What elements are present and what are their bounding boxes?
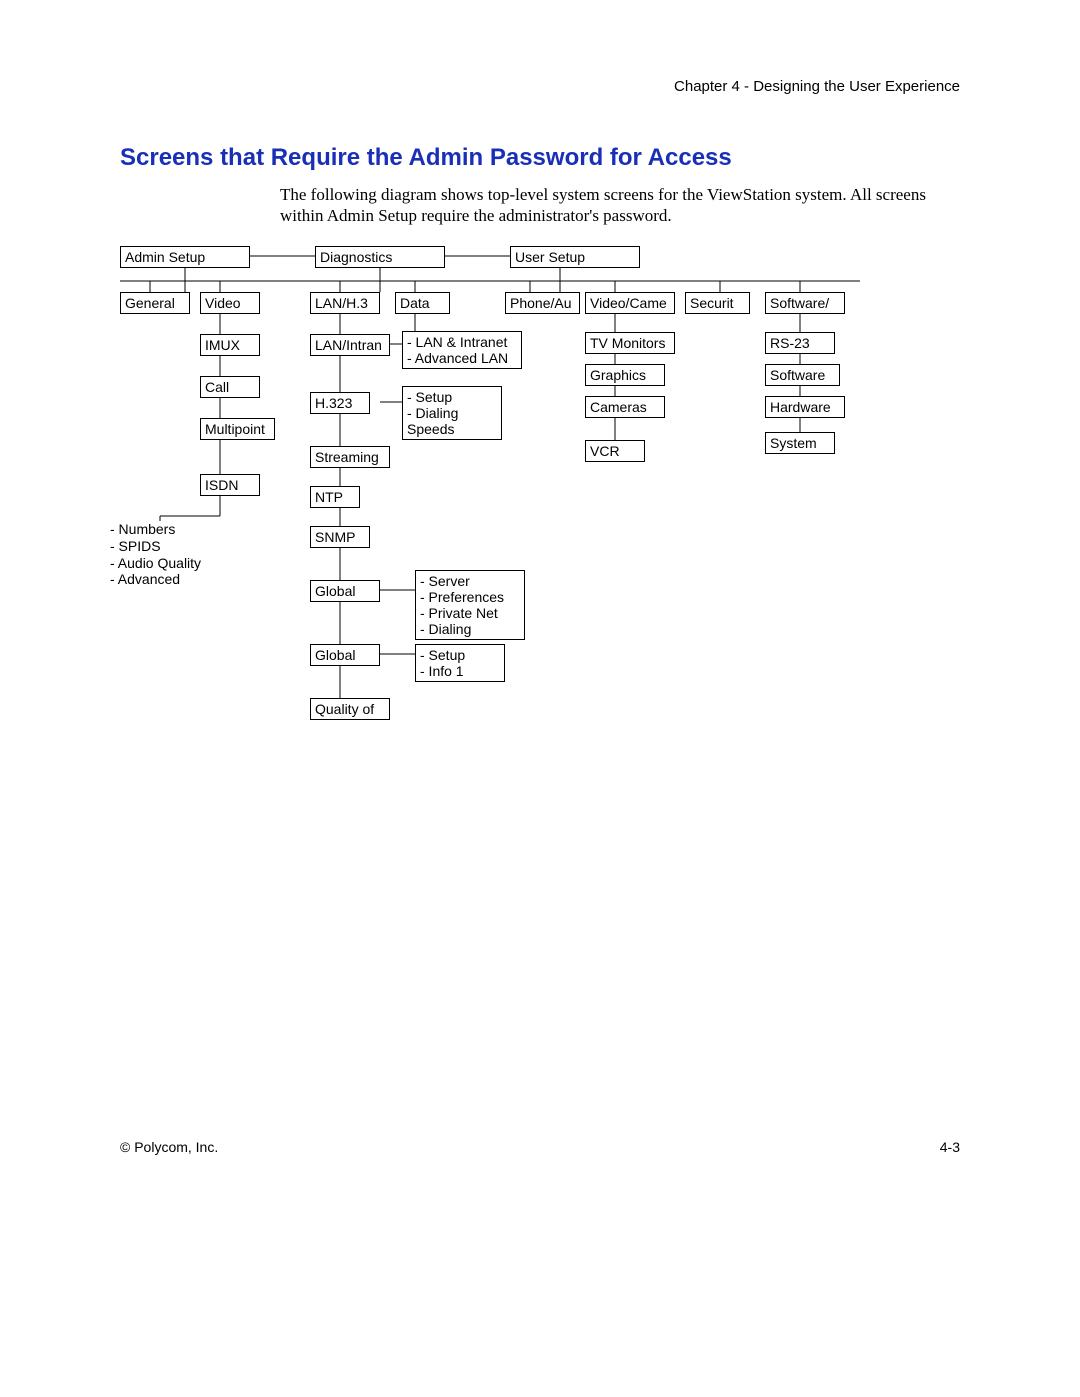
section-body: The following diagram shows top-level sy…	[280, 184, 960, 227]
node-quality: Quality of	[310, 698, 390, 720]
node-graphics: Graphics	[585, 364, 665, 386]
node-phone-au: Phone/Au	[505, 292, 580, 314]
node-general: General	[120, 292, 190, 314]
node-security: Securit	[685, 292, 750, 314]
node-tv-monitors: TV Monitors	[585, 332, 675, 354]
node-diagnostics: Diagnostics	[315, 246, 445, 268]
footer-copyright: © Polycom, Inc.	[120, 1139, 218, 1155]
node-video: Video	[200, 292, 260, 314]
node-hardware: Hardware	[765, 396, 845, 418]
node-software: Software/	[765, 292, 845, 314]
page: Chapter 4 - Designing the User Experienc…	[0, 0, 1080, 1397]
node-user-setup: User Setup	[510, 246, 640, 268]
node-global-2: Global	[310, 644, 380, 666]
diagram-lines	[120, 246, 970, 766]
node-lan-h3: LAN/H.3	[310, 292, 380, 314]
node-imux: IMUX	[200, 334, 260, 356]
node-software-2: Software	[765, 364, 840, 386]
page-footer: © Polycom, Inc. 4-3	[120, 1139, 960, 1155]
node-isdn: ISDN	[200, 474, 260, 496]
isdn-bullets: - Numbers - SPIDS - Audio Quality - Adva…	[110, 521, 201, 588]
node-snmp: SNMP	[310, 526, 370, 548]
node-data: Data	[395, 292, 450, 314]
node-lan-intranet: LAN/Intran	[310, 334, 390, 356]
node-global-1: Global	[310, 580, 380, 602]
page-header: Chapter 4 - Designing the User Experienc…	[674, 78, 960, 95]
block-setup-dialing: - Setup - Dialing Speeds	[402, 386, 502, 440]
section-title: Screens that Require the Admin Password …	[120, 144, 732, 172]
block-global2-side: - Setup - Info 1	[415, 644, 505, 682]
diagram: Admin Setup Diagnostics User Setup Gener…	[120, 246, 970, 766]
node-cameras: Cameras	[585, 396, 665, 418]
node-admin-setup: Admin Setup	[120, 246, 250, 268]
footer-page-number: 4-3	[940, 1139, 960, 1155]
node-multipoint: Multipoint	[200, 418, 275, 440]
node-vcr: VCR	[585, 440, 645, 462]
block-global1-side: - Server - Preferences - Private Net - D…	[415, 570, 525, 640]
node-system: System	[765, 432, 835, 454]
block-lan-advanced: - LAN & Intranet - Advanced LAN	[402, 331, 522, 369]
node-video-camera: Video/Came	[585, 292, 675, 314]
node-call: Call	[200, 376, 260, 398]
node-ntp: NTP	[310, 486, 360, 508]
node-rs23: RS-23	[765, 332, 835, 354]
node-h323: H.323	[310, 392, 370, 414]
node-streaming: Streaming	[310, 446, 390, 468]
